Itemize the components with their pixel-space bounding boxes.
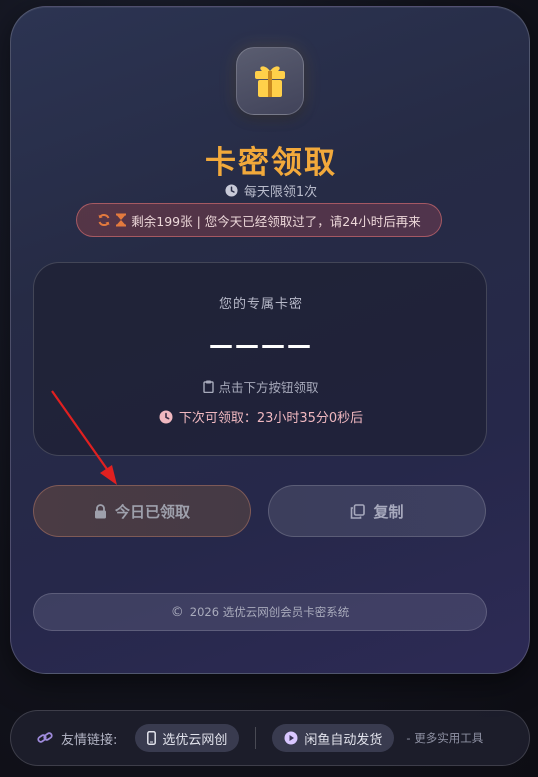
claim-button-label: 今日已领取: [114, 502, 190, 521]
limit-text: 每天限领1次: [243, 185, 318, 200]
status-banner: 剩余199张 | 您今天已经领取过了，请24小时后再来: [76, 203, 442, 237]
link-xuanyou[interactable]: 选优云网创: [135, 724, 240, 752]
claim-button[interactable]: 今日已领取: [33, 485, 251, 537]
refresh-icon: [98, 213, 110, 227]
friend-links-bar: 友情链接: 选优云网创 闲鱼自动发货 - 更多实用工具: [10, 710, 530, 766]
hourglass-icon: [116, 213, 127, 227]
link-divider: [255, 727, 257, 749]
card-key-panel: 您的专属卡密 ———— 点击下方按钮领取 下次可领取：23小时35分0秒后: [33, 262, 487, 456]
link-icon: [37, 732, 53, 743]
copy-icon: [351, 503, 366, 519]
copyright-text: 2026 选优云网创会员卡密系统: [189, 605, 350, 619]
more-tools-text: - 更多实用工具: [406, 731, 484, 745]
next-claim-countdown: 下次可领取：23小时35分0秒后: [34, 407, 488, 426]
lock-icon: [94, 503, 106, 518]
gift-badge: [236, 47, 304, 115]
copy-button[interactable]: 复制: [268, 485, 486, 537]
page-title: 卡密领取: [205, 145, 337, 181]
friend-links-label: 友情链接:: [61, 732, 118, 748]
clock-icon: [225, 184, 238, 197]
link-xuanyou-label: 选优云网创: [162, 732, 228, 748]
card-key-value: ————: [209, 331, 313, 359]
remaining-count: 剩余199张: [131, 213, 193, 229]
copyright-bar: © 2026 选优云网创会员卡密系统: [33, 593, 487, 631]
copyright-icon: ©: [170, 604, 184, 620]
link-xianyu[interactable]: 闲鱼自动发货: [272, 724, 395, 752]
play-icon: [284, 731, 298, 745]
phone-icon: [147, 731, 157, 745]
card-key-label: 您的专属卡密: [218, 297, 303, 312]
copy-button-label: 复制: [373, 502, 404, 521]
claim-hint: 点击下方按钮领取: [34, 377, 488, 396]
clipboard-icon: [203, 380, 215, 393]
gift-icon: [255, 66, 285, 97]
clock-icon: [159, 410, 173, 423]
claim-hint-text: 点击下方按钮领取: [218, 380, 319, 395]
countdown-text: 下次可领取：23小时35分0秒后: [178, 411, 364, 426]
link-xianyu-label: 闲鱼自动发货: [304, 732, 383, 748]
status-message: | 您今天已经领取过了，请24小时后再来: [196, 213, 421, 229]
limit-note: 每天限领1次: [11, 181, 531, 200]
